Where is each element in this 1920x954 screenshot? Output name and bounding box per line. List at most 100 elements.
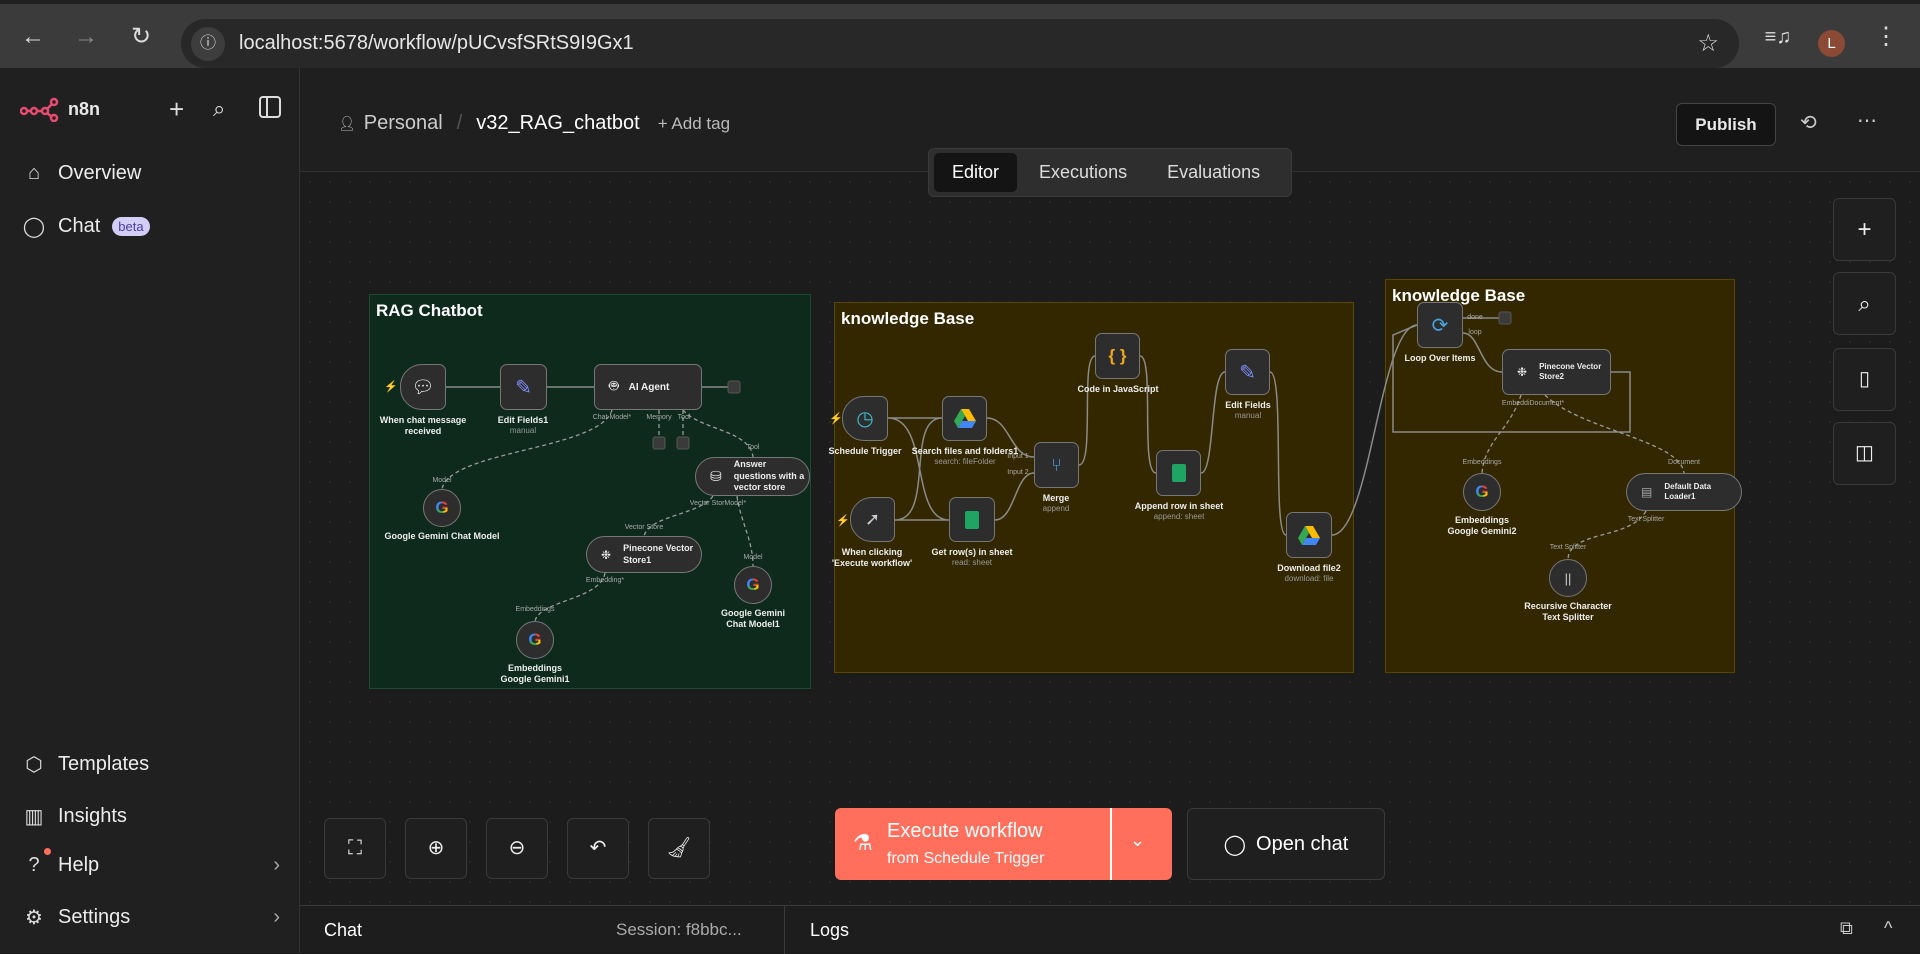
fit-view-button[interactable]: ⛶ xyxy=(324,818,386,879)
handle-label: Model xyxy=(743,554,763,561)
chat-bubble-icon: ◯ xyxy=(1223,833,1247,856)
node-get-rows[interactable] xyxy=(949,497,995,542)
node-label: Embeddings Google Gemini1 xyxy=(500,663,570,685)
chat-panel-title[interactable]: Chat xyxy=(324,920,362,941)
node-search-files[interactable] xyxy=(942,396,987,441)
handle-label: Embedding* xyxy=(585,577,625,584)
node-label: Search files and folders1 search: fileFol… xyxy=(911,446,1019,467)
node-edit-fields[interactable]: ✎ xyxy=(1225,349,1270,395)
search-nodes-button[interactable]: ⌕ xyxy=(1833,272,1896,335)
handle-label: Memory xyxy=(646,414,672,421)
node-pinecone-vector-store1[interactable]: ❉ Pinecone Vector Store1 xyxy=(586,536,702,573)
node-code-js[interactable]: { } xyxy=(1095,333,1140,379)
node-answer-vector-store[interactable]: ⛁ Answer questions with a vector store xyxy=(695,457,810,496)
node-ai-agent[interactable]: 🤖︎ AI Agent xyxy=(594,364,702,410)
node-pinecone-vector-store2[interactable]: ❉ Pinecone Vector Store2 xyxy=(1502,349,1611,395)
pencil-icon: ✎ xyxy=(1239,361,1256,384)
handle-label: Model xyxy=(432,477,452,484)
pop-out-icon[interactable]: ⧉ xyxy=(1840,918,1853,939)
handle-label: Text Splitter xyxy=(1627,516,1665,523)
google-icon: G xyxy=(528,630,542,649)
tab-editor[interactable]: Editor xyxy=(934,153,1018,192)
node-embeddings-gemini1[interactable]: G xyxy=(516,621,554,659)
bottom-panel: Chat Session: f8bbc... Logs ⧉ ^ xyxy=(300,905,1920,954)
node-loop-over-items[interactable]: ⟳ xyxy=(1417,302,1463,348)
google-icon: G xyxy=(435,498,449,517)
node-manual-trigger[interactable]: ➚ xyxy=(850,497,895,542)
zoom-in-button[interactable]: ⊕ xyxy=(405,818,467,879)
undo-button[interactable]: ↶ xyxy=(567,818,629,879)
node-merge[interactable]: ⑂ xyxy=(1034,442,1079,488)
node-label: Recursive Character Text Splitter xyxy=(1524,601,1612,623)
node-label: Code in JavaScript xyxy=(1077,384,1159,394)
node-label: Google Gemini Chat Model1 xyxy=(720,608,785,630)
handle-label: Embeddings xyxy=(1462,459,1502,466)
database-icon: ⛁ xyxy=(710,468,722,484)
node-chat-trigger[interactable]: 💬︎ xyxy=(400,364,446,410)
node-edit-fields1[interactable]: ✎ xyxy=(500,364,547,410)
sticky-note-button[interactable]: ▯ xyxy=(1833,348,1896,411)
node-label: Embeddings Google Gemini2 xyxy=(1447,515,1517,537)
chevron-down-icon[interactable]: ⌄ xyxy=(1130,830,1145,851)
execute-sublabel: from Schedule Trigger xyxy=(887,850,1045,867)
loop-icon: ⟳ xyxy=(1431,314,1449,337)
node-label: When clicking 'Execute workflow' xyxy=(831,547,913,569)
open-chat-label: Open chat xyxy=(1256,832,1349,855)
flask-icon: ⚗ xyxy=(853,830,873,855)
node-label: Append row in sheet append: sheet xyxy=(1134,501,1224,522)
google-drive-icon xyxy=(953,409,976,428)
zoom-out-button[interactable]: ⊖ xyxy=(486,818,548,879)
node-label: Edit Fields manual xyxy=(1225,400,1271,421)
node-label: Edit Fields1 manual xyxy=(497,415,549,436)
google-icon: G xyxy=(1475,482,1489,501)
node-recursive-text-splitter[interactable]: || xyxy=(1549,559,1587,597)
node-label: Merge append xyxy=(1042,493,1070,514)
node-label: Get row(s) in sheet read: sheet xyxy=(931,547,1013,568)
trigger-bolt-icon: ⚡ xyxy=(829,413,843,425)
logs-panel-title[interactable]: Logs xyxy=(810,920,849,941)
clock-icon: ◷ xyxy=(856,408,874,430)
handle-label: Tool xyxy=(677,414,691,421)
handle-label: EmbeddiDocument* xyxy=(1501,400,1565,407)
open-chat-button[interactable]: ◯ Open chat xyxy=(1187,808,1385,880)
chevron-up-icon[interactable]: ^ xyxy=(1884,918,1892,939)
execute-workflow-button[interactable]: ⚗ Execute workflow from Schedule Trigger… xyxy=(835,808,1172,880)
session-id: Session: f8bbc... xyxy=(616,920,742,939)
node-gemini-chat-model[interactable]: G xyxy=(423,489,461,527)
splitter-icon: || xyxy=(1564,570,1572,586)
google-icon: G xyxy=(746,575,760,594)
node-default-data-loader1[interactable]: ▤ Default Data Loader1 xyxy=(1626,473,1742,511)
node-schedule-trigger[interactable]: ◷ xyxy=(842,396,888,441)
tidy-up-button[interactable]: 🧹︎ xyxy=(648,818,710,879)
node-label: Loop Over Items xyxy=(1404,353,1476,363)
main-connections xyxy=(446,317,1631,536)
tab-executions[interactable]: Executions xyxy=(1021,153,1145,192)
handle-label: Embeddings xyxy=(515,606,555,613)
node-download-file2[interactable] xyxy=(1286,512,1332,558)
pinecone-icon: ❉ xyxy=(601,547,612,562)
google-sheets-icon xyxy=(1171,464,1186,482)
toggle-panel-button[interactable]: ◫ xyxy=(1833,422,1896,485)
node-embeddings-gemini2[interactable]: G xyxy=(1463,473,1501,511)
node-gemini-chat-model1[interactable]: G xyxy=(734,566,772,604)
robot-icon: 🤖︎ xyxy=(609,378,619,395)
handle-label: Tool xyxy=(746,444,760,451)
view-tabs: Editor Executions Evaluations xyxy=(928,148,1292,197)
trigger-bolt-icon: ⚡ xyxy=(836,515,850,527)
divider xyxy=(784,906,785,954)
node-label: When chat message received xyxy=(379,415,467,437)
code-braces-icon: { } xyxy=(1108,346,1127,365)
google-sheets-icon xyxy=(965,510,979,529)
handle-label: Document xyxy=(1668,459,1700,466)
add-node-button[interactable]: + xyxy=(1833,198,1896,261)
handle-label: Chat Model* xyxy=(592,414,632,421)
trigger-bolt-icon: ⚡ xyxy=(384,381,398,393)
tab-evaluations[interactable]: Evaluations xyxy=(1149,153,1278,192)
node-label: Download file2 download: file xyxy=(1277,563,1341,584)
execute-label: Execute workflow xyxy=(887,820,1043,842)
node-append-row[interactable] xyxy=(1156,450,1201,496)
node-label: Schedule Trigger xyxy=(828,446,902,456)
handle-label: Vector Store xyxy=(624,524,664,531)
merge-icon: ⑂ xyxy=(1051,454,1062,475)
handle-label: Vector StorModel* xyxy=(689,500,747,507)
